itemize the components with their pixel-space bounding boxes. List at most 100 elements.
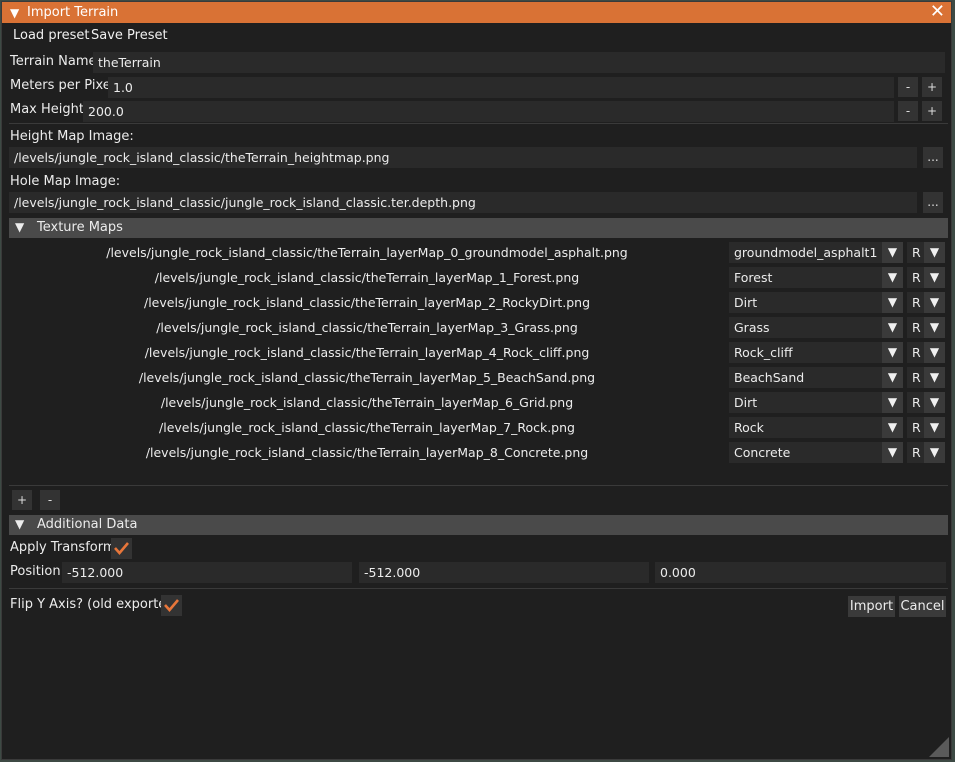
meters-per-pixel-label: Meters per Pixel	[10, 78, 115, 93]
material-dropdown[interactable]: Dirt ▼	[729, 392, 903, 413]
material-dropdown[interactable]: groundmodel_asphalt1 ▼	[729, 242, 903, 263]
height-map-input[interactable]: /levels/jungle_rock_island_classic/theTe…	[9, 147, 917, 168]
collapse-triangle-icon[interactable]: ▼	[10, 6, 19, 20]
additional-data-header[interactable]: ▼ Additional Data	[9, 515, 948, 535]
material-dropdown[interactable]: Rock ▼	[729, 417, 903, 438]
material-dropdown[interactable]: Forest ▼	[729, 267, 903, 288]
material-value: Dirt	[734, 395, 758, 410]
material-value: Rock_cliff	[734, 345, 793, 360]
dropdown-arrow-icon[interactable]: ▼	[924, 392, 945, 413]
dropdown-arrow-icon[interactable]: ▼	[924, 342, 945, 363]
dropdown-arrow-icon[interactable]: ▼	[882, 442, 903, 463]
material-value: Rock	[734, 420, 764, 435]
channel-dropdown[interactable]: R ▼	[907, 317, 945, 338]
material-dropdown[interactable]: Dirt ▼	[729, 292, 903, 313]
height-map-browse-button[interactable]: ...	[923, 147, 943, 168]
dropdown-arrow-icon[interactable]: ▼	[924, 292, 945, 313]
terrain-name-label: Terrain Name	[10, 54, 97, 69]
position-x-input[interactable]: -512.000	[62, 562, 352, 583]
material-dropdown[interactable]: Rock_cliff ▼	[729, 342, 903, 363]
position-z-input[interactable]: 0.000	[655, 562, 946, 583]
channel-dropdown[interactable]: R ▼	[907, 242, 945, 263]
channel-dropdown[interactable]: R ▼	[907, 417, 945, 438]
material-dropdown[interactable]: BeachSand ▼	[729, 367, 903, 388]
texture-map-path: /levels/jungle_rock_island_classic/theTe…	[143, 295, 591, 310]
height-map-label: Height Map Image:	[10, 129, 134, 144]
title-bar[interactable]: ▼ Import Terrain ✕	[2, 1, 951, 23]
dropdown-arrow-icon[interactable]: ▼	[882, 292, 903, 313]
channel-dropdown[interactable]: R ▼	[907, 292, 945, 313]
position-label: Position	[10, 564, 61, 579]
material-value: BeachSand	[734, 370, 805, 385]
texture-map-path: /levels/jungle_rock_island_classic/theTe…	[138, 370, 596, 385]
material-dropdown[interactable]: Concrete ▼	[729, 442, 903, 463]
channel-value: R	[912, 320, 921, 335]
channel-value: R	[912, 295, 921, 310]
material-value: Concrete	[734, 445, 791, 460]
material-value: Forest	[734, 270, 773, 285]
apply-transform-label: Apply Transform	[10, 540, 116, 555]
load-preset-menu[interactable]: Load preset	[13, 28, 90, 43]
divider	[9, 588, 948, 589]
channel-dropdown[interactable]: R ▼	[907, 367, 945, 388]
texture-map-path: /levels/jungle_rock_island_classic/theTe…	[159, 420, 575, 435]
checkmark-icon	[114, 542, 129, 555]
resize-grip-icon[interactable]	[929, 737, 949, 757]
material-value: Dirt	[734, 295, 758, 310]
dropdown-arrow-icon[interactable]: ▼	[924, 242, 945, 263]
additional-data-title: Additional Data	[37, 517, 138, 532]
close-icon[interactable]: ✕	[930, 1, 945, 22]
texture-maps-title: Texture Maps	[37, 220, 123, 235]
dropdown-arrow-icon[interactable]: ▼	[924, 267, 945, 288]
dropdown-arrow-icon[interactable]: ▼	[882, 342, 903, 363]
divider	[9, 123, 948, 124]
import-button[interactable]: Import	[848, 596, 895, 617]
max-height-label: Max Height	[10, 102, 84, 117]
channel-dropdown[interactable]: R ▼	[907, 342, 945, 363]
channel-dropdown[interactable]: R ▼	[907, 442, 945, 463]
meters-per-pixel-increment-button[interactable]: +	[922, 77, 942, 97]
save-preset-menu[interactable]: Save Preset	[91, 28, 168, 43]
apply-transform-checkbox[interactable]	[111, 538, 132, 559]
channel-dropdown[interactable]: R ▼	[907, 267, 945, 288]
max-height-increment-button[interactable]: +	[922, 101, 942, 121]
texture-maps-header[interactable]: ▼ Texture Maps	[9, 218, 948, 238]
flip-y-axis-checkbox[interactable]	[161, 595, 182, 616]
position-y-input[interactable]: -512.000	[359, 562, 649, 583]
material-value: Grass	[734, 320, 770, 335]
meters-per-pixel-decrement-button[interactable]: -	[898, 77, 918, 97]
max-height-input[interactable]: 200.0	[83, 101, 894, 122]
dropdown-arrow-icon[interactable]: ▼	[882, 417, 903, 438]
add-texture-map-button[interactable]: +	[12, 490, 32, 510]
dropdown-arrow-icon[interactable]: ▼	[924, 417, 945, 438]
dropdown-arrow-icon[interactable]: ▼	[924, 317, 945, 338]
cancel-button[interactable]: Cancel	[899, 596, 946, 617]
terrain-name-input[interactable]: theTerrain	[93, 52, 945, 73]
hole-map-label: Hole Map Image:	[10, 174, 121, 189]
texture-map-path: /levels/jungle_rock_island_classic/theTe…	[106, 245, 628, 260]
dropdown-arrow-icon[interactable]: ▼	[882, 267, 903, 288]
max-height-decrement-button[interactable]: -	[898, 101, 918, 121]
divider	[9, 485, 948, 486]
dropdown-arrow-icon[interactable]: ▼	[882, 317, 903, 338]
remove-texture-map-button[interactable]: -	[40, 490, 60, 510]
channel-value: R	[912, 370, 921, 385]
hole-map-input[interactable]: /levels/jungle_rock_island_classic/jungl…	[9, 192, 917, 213]
hole-map-browse-button[interactable]: ...	[923, 192, 943, 213]
channel-value: R	[912, 245, 921, 260]
dropdown-arrow-icon[interactable]: ▼	[924, 442, 945, 463]
dropdown-arrow-icon[interactable]: ▼	[882, 367, 903, 388]
meters-per-pixel-input[interactable]: 1.0	[108, 77, 894, 98]
texture-map-path: /levels/jungle_rock_island_classic/theTe…	[144, 345, 590, 360]
channel-dropdown[interactable]: R ▼	[907, 392, 945, 413]
channel-value: R	[912, 270, 921, 285]
texture-map-path: /levels/jungle_rock_island_classic/theTe…	[160, 395, 574, 410]
channel-value: R	[912, 345, 921, 360]
dropdown-arrow-icon[interactable]: ▼	[882, 242, 903, 263]
channel-value: R	[912, 395, 921, 410]
dropdown-arrow-icon[interactable]: ▼	[924, 367, 945, 388]
collapse-triangle-icon: ▼	[15, 517, 25, 531]
texture-map-path: /levels/jungle_rock_island_classic/theTe…	[145, 445, 589, 460]
material-dropdown[interactable]: Grass ▼	[729, 317, 903, 338]
dropdown-arrow-icon[interactable]: ▼	[882, 392, 903, 413]
